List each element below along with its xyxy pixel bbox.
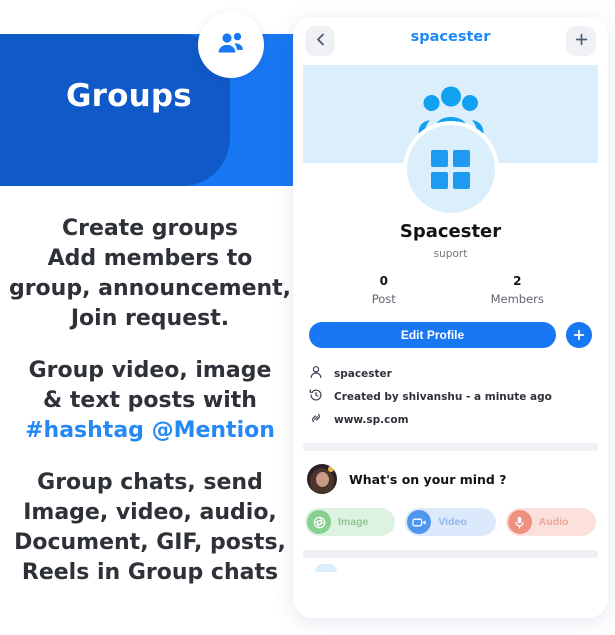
microphone-icon bbox=[507, 510, 532, 534]
group-info-list: spacester Created by shivanshu - a minut… bbox=[309, 362, 592, 431]
stat-post-value: 0 bbox=[379, 274, 388, 288]
profile-actions: Edit Profile bbox=[309, 322, 592, 348]
attach-audio-button[interactable]: Audio bbox=[505, 508, 596, 536]
image-aperture-icon bbox=[307, 510, 331, 534]
profile-name: Spacester bbox=[399, 221, 502, 242]
group-cover-photo bbox=[303, 65, 598, 217]
composer-placeholder: What's on your mind ? bbox=[349, 471, 507, 487]
info-row-website[interactable]: www.sp.com bbox=[309, 408, 592, 431]
info-website-text: www.sp.com bbox=[334, 413, 409, 426]
stat-members-value: 2 bbox=[513, 274, 522, 288]
promo-paragraph-2: Group video, image & text posts with #ha… bbox=[0, 356, 300, 446]
banner-title: Groups bbox=[66, 78, 192, 114]
attach-audio-label: Audio bbox=[538, 516, 569, 528]
header-add-button[interactable] bbox=[566, 26, 596, 56]
promo-highlight-line: #hashtag @Mention bbox=[25, 418, 275, 443]
grid-squares-icon bbox=[431, 149, 470, 189]
user-photo-avatar bbox=[307, 464, 337, 494]
promo-paragraph-2-text: Group video, image & text posts with bbox=[28, 358, 272, 413]
promo-copy: Create groups Add members to group, anno… bbox=[0, 214, 300, 588]
attach-image-label: Image bbox=[338, 516, 369, 528]
info-username-text: spacester bbox=[334, 367, 392, 380]
section-divider bbox=[303, 443, 598, 451]
post-composer[interactable]: What's on your mind ? bbox=[307, 464, 594, 494]
promo-paragraph-1: Create groups Add members to group, anno… bbox=[8, 216, 292, 331]
group-people-icon bbox=[216, 31, 246, 59]
plus-icon bbox=[573, 326, 585, 345]
group-people-badge bbox=[198, 12, 264, 78]
stat-members[interactable]: 2 Members bbox=[451, 274, 585, 306]
header-title: spacester bbox=[410, 29, 491, 45]
person-icon bbox=[309, 364, 323, 383]
app-header: spacester bbox=[293, 17, 608, 65]
stat-members-label: Members bbox=[490, 292, 544, 306]
profile-stats: 0 Post 2 Members bbox=[293, 274, 608, 306]
history-clock-icon bbox=[309, 387, 323, 406]
link-icon bbox=[309, 410, 323, 429]
plus-icon bbox=[575, 33, 588, 49]
group-avatar[interactable] bbox=[402, 121, 499, 217]
info-created-text: Created by shivanshu - a minute ago bbox=[334, 390, 552, 403]
attachment-options: Image Video Audio bbox=[305, 508, 596, 536]
info-row-created: Created by shivanshu - a minute ago bbox=[309, 385, 592, 408]
attach-video-button[interactable]: Video bbox=[405, 508, 496, 536]
attach-image-button[interactable]: Image bbox=[305, 508, 396, 536]
stat-post[interactable]: 0 Post bbox=[317, 274, 451, 306]
bottom-divider bbox=[303, 550, 598, 558]
promo-panel: Groups Create groups Add members to grou… bbox=[0, 0, 300, 635]
bottom-partial-element bbox=[315, 564, 337, 572]
profile-subtitle: suport bbox=[433, 248, 468, 260]
add-member-button[interactable] bbox=[566, 322, 592, 348]
phone-mockup: spacester Spacester suport 0 Post 2 Memb… bbox=[293, 17, 608, 618]
info-row-username: spacester bbox=[309, 362, 592, 385]
video-camera-icon bbox=[407, 510, 432, 534]
attach-video-label: Video bbox=[438, 516, 467, 528]
promo-paragraph-3: Group chats, send Image, video, audio, D… bbox=[14, 470, 286, 585]
edit-profile-button[interactable]: Edit Profile bbox=[309, 322, 556, 348]
stat-post-label: Post bbox=[371, 292, 396, 306]
